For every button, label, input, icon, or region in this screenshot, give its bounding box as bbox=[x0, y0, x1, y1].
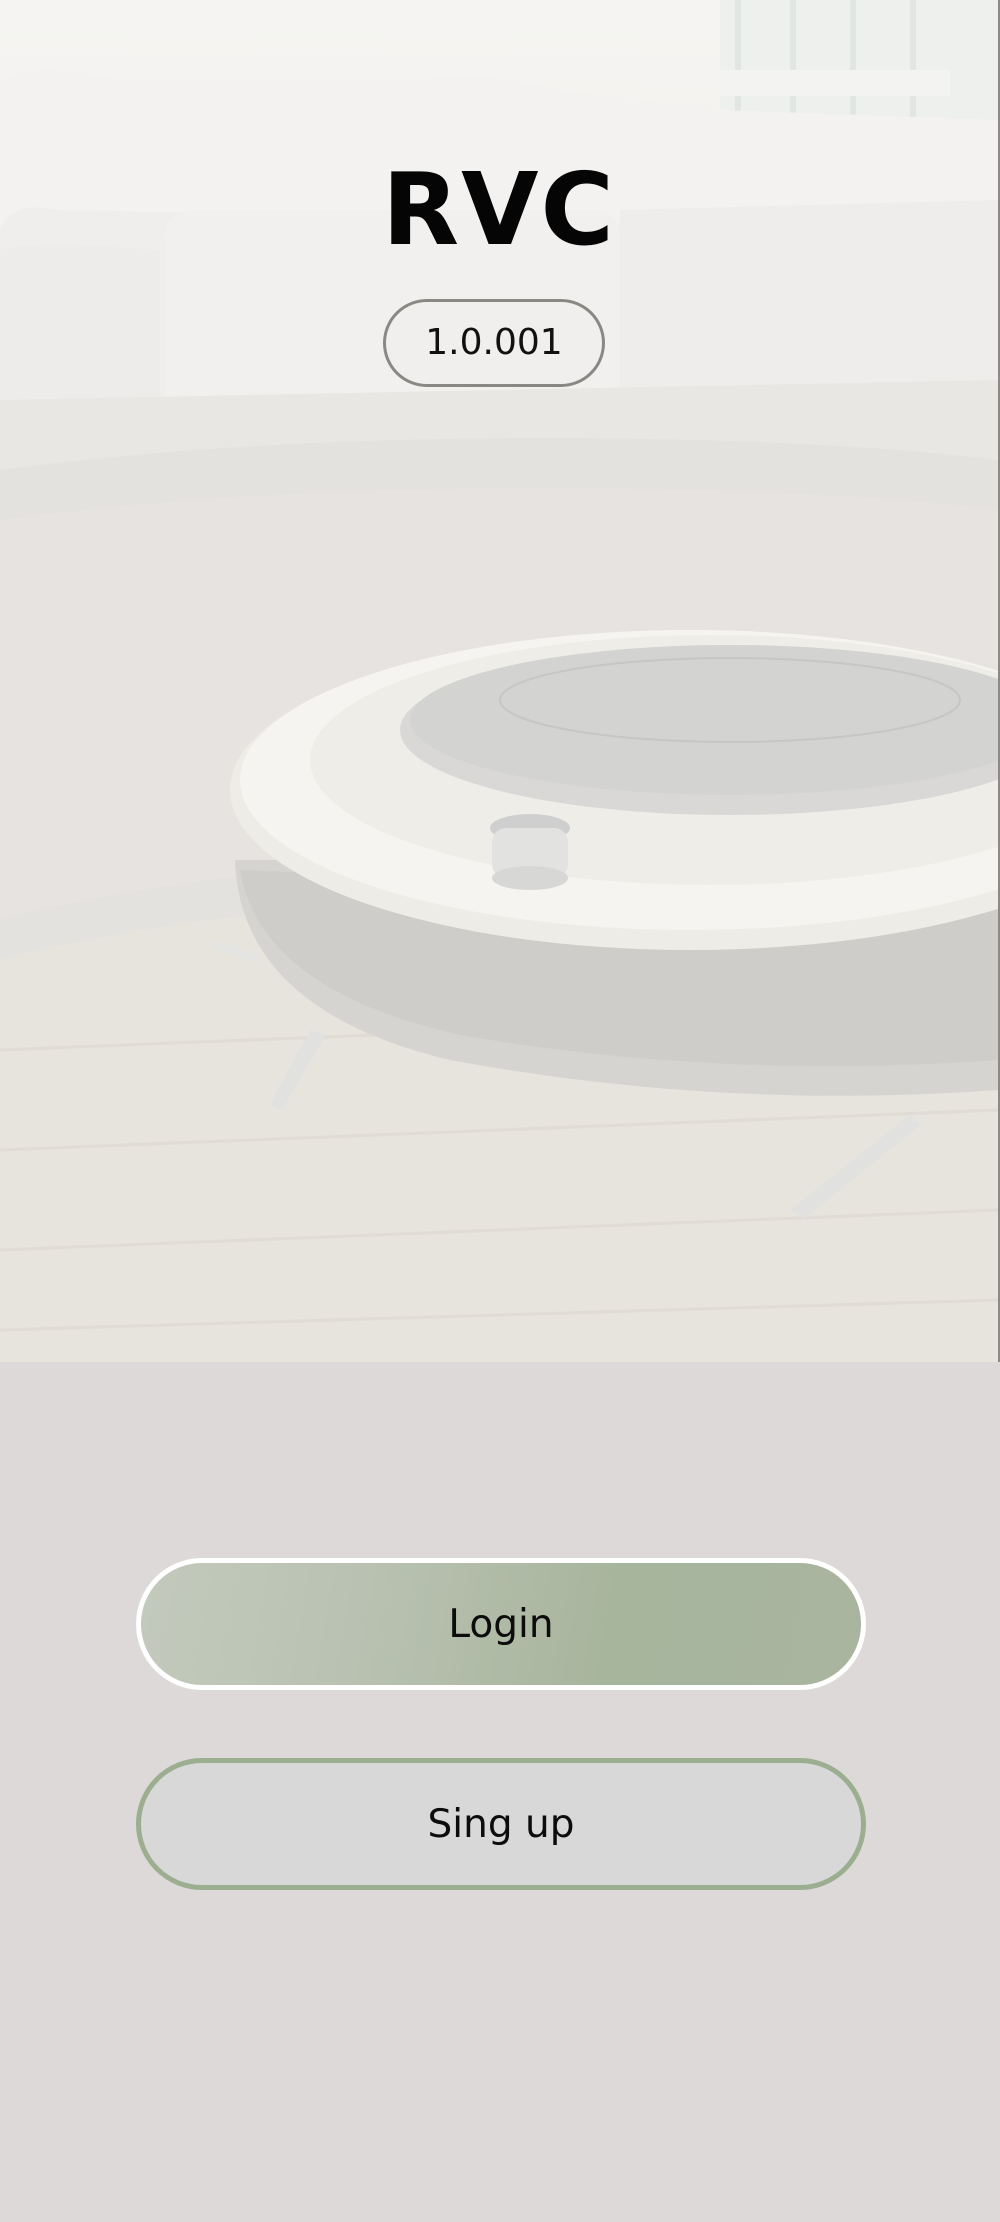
signup-button[interactable]: Sing up bbox=[136, 1758, 866, 1890]
version-badge: 1.0.001 bbox=[383, 299, 605, 387]
welcome-screen: RVC 1.0.001 Login Sing up bbox=[0, 0, 1000, 2222]
app-title: RVC bbox=[382, 151, 616, 268]
login-button[interactable]: Login bbox=[136, 1558, 866, 1690]
